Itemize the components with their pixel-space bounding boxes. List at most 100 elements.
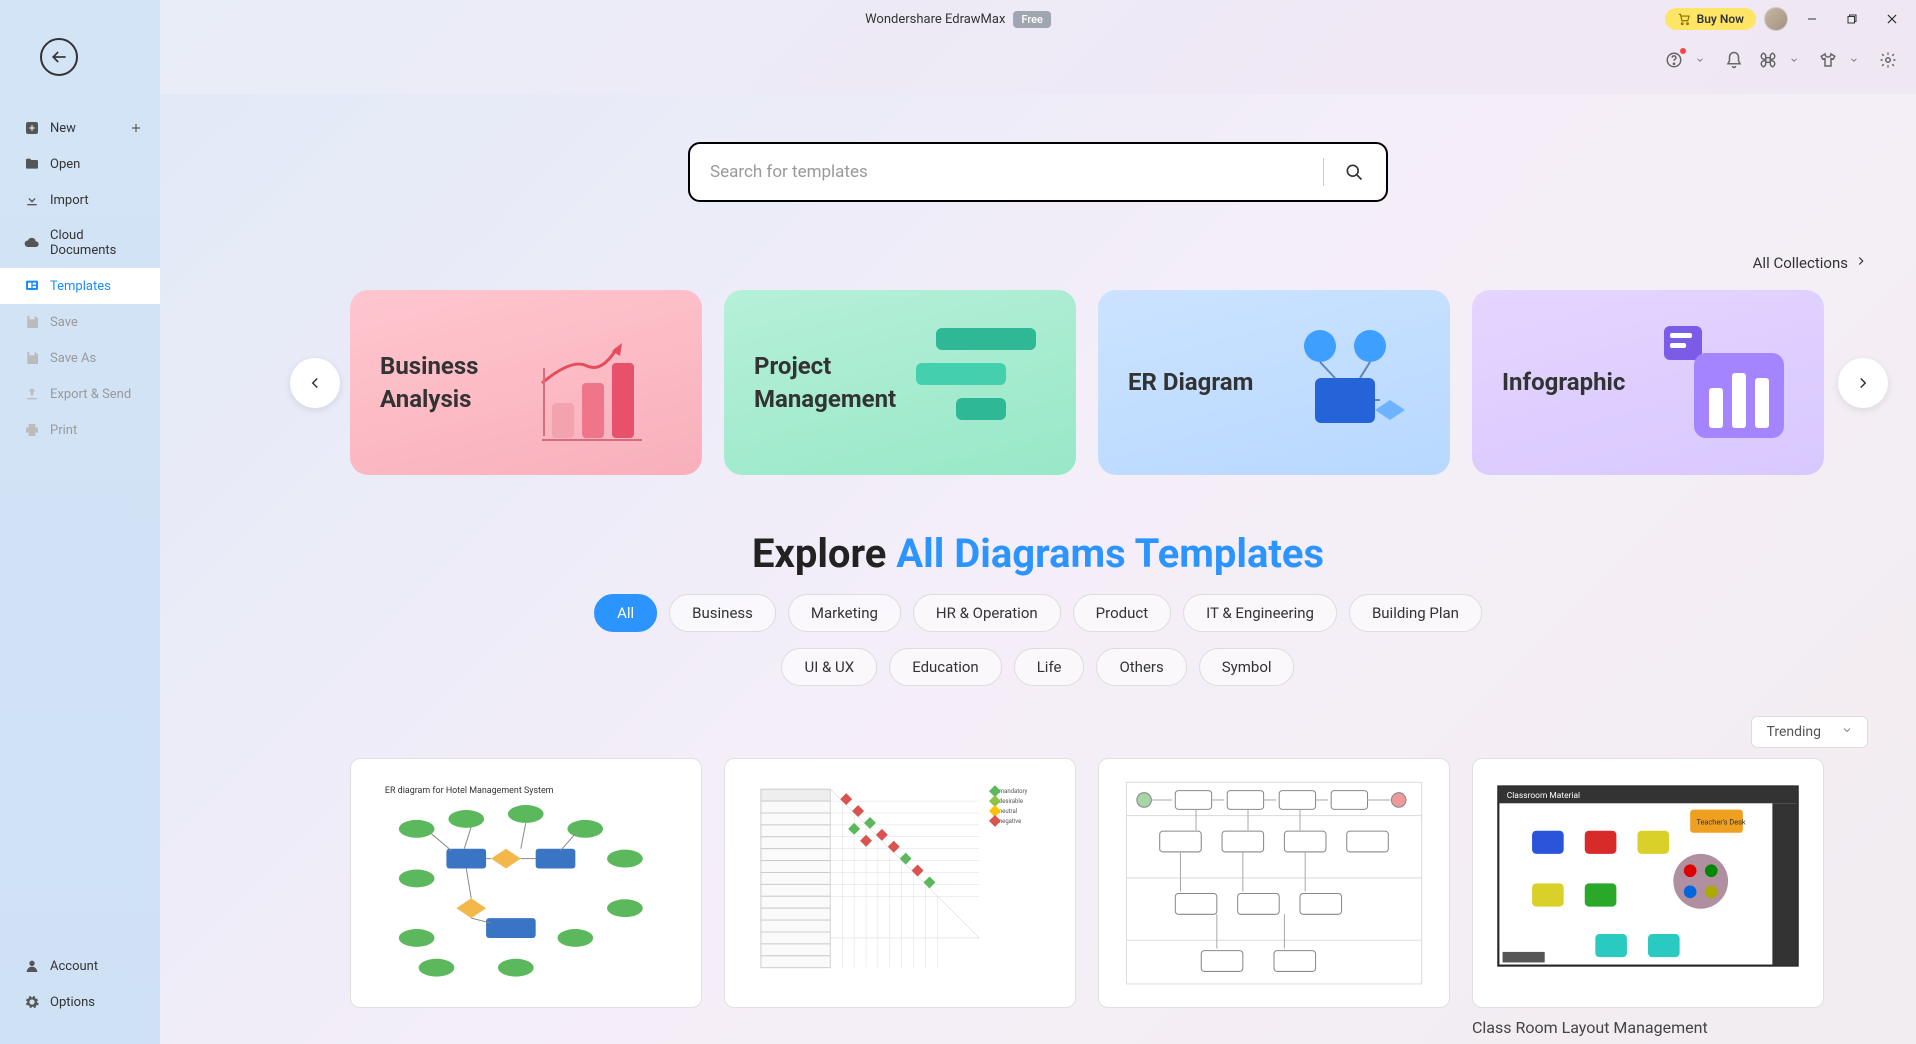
gear-icon[interactable]	[1878, 50, 1898, 70]
filter-chip-symbol[interactable]: Symbol	[1199, 648, 1295, 686]
svg-text:desirable: desirable	[999, 798, 1023, 805]
template-thumbnail: Classroom Material Teacher's Desk	[1472, 758, 1824, 1008]
sidebar-item-label: Cloud Documents	[50, 228, 144, 258]
sidebar-item-options[interactable]: Options	[0, 984, 160, 1020]
titlebar: Wondershare EdrawMax Free Buy Now	[0, 0, 1916, 38]
card-title: ER Diagram	[1128, 366, 1253, 398]
app-name: Wondershare EdrawMax	[865, 12, 1005, 27]
help-icon[interactable]	[1664, 50, 1684, 70]
carousel-next-button[interactable]	[1838, 358, 1888, 408]
tshirt-icon[interactable]	[1818, 50, 1838, 70]
sidebar-item-label: Save As	[50, 351, 96, 366]
filter-chip-education[interactable]: Education	[889, 648, 1002, 686]
sidebar-item-label: Save	[50, 315, 78, 330]
svg-text:Teacher's Desk: Teacher's Desk	[1696, 817, 1745, 826]
template-card[interactable]: mandatory desirable neutral negative	[724, 758, 1076, 1037]
explore-prefix: Explore	[752, 530, 896, 577]
print-icon	[24, 422, 40, 438]
plus-square-icon	[24, 120, 40, 136]
sidebar-item-new[interactable]: New	[0, 110, 160, 146]
sidebar-item-label: Export & Send	[50, 387, 131, 402]
buy-now-button[interactable]: Buy Now	[1665, 8, 1756, 30]
close-button[interactable]	[1876, 5, 1908, 33]
sidebar-item-open[interactable]: Open	[0, 146, 160, 182]
chevron-down-icon[interactable]	[1844, 50, 1864, 70]
sidebar-item-export: Export & Send	[0, 376, 160, 412]
main-content: All Collections Business Analysis Projec…	[160, 94, 1916, 1044]
gantt-icon	[906, 318, 1046, 448]
folder-icon	[24, 156, 40, 172]
filter-chip-business[interactable]: Business	[669, 594, 776, 632]
sidebar-item-account[interactable]: Account	[0, 948, 160, 984]
sidebar-item-label: Options	[50, 995, 95, 1010]
sidebar-item-import[interactable]: Import	[0, 182, 160, 218]
sort-selected: Trending	[1766, 724, 1821, 740]
sidebar-item-label: New	[50, 121, 76, 136]
filter-chip-it-engineering[interactable]: IT & Engineering	[1183, 594, 1337, 632]
search-button[interactable]	[1342, 160, 1366, 184]
collection-card-business-analysis[interactable]: Business Analysis	[350, 290, 702, 475]
collection-card-er-diagram[interactable]: ER Diagram	[1098, 290, 1450, 475]
bell-icon[interactable]	[1724, 50, 1744, 70]
sidebar-item-templates[interactable]: Templates	[0, 268, 160, 304]
card-title: Project Management	[754, 350, 906, 415]
titlebar-right: Buy Now	[1665, 5, 1908, 33]
explore-heading: Explore All Diagrams Templates	[752, 530, 1324, 577]
filter-chip-all[interactable]: All	[594, 594, 657, 632]
filter-chip-others[interactable]: Others	[1096, 648, 1186, 686]
filter-chip-building-plan[interactable]: Building Plan	[1349, 594, 1482, 632]
svg-text:mandatory: mandatory	[999, 788, 1028, 795]
command-icon[interactable]	[1758, 50, 1778, 70]
infographic-icon	[1654, 318, 1794, 448]
sidebar-item-label: Import	[50, 193, 89, 208]
save-as-icon	[24, 350, 40, 366]
sidebar-item-label: Open	[50, 157, 80, 172]
export-icon	[24, 386, 40, 402]
filter-chip-life[interactable]: Life	[1014, 648, 1085, 686]
minimize-button[interactable]	[1796, 5, 1828, 33]
back-button[interactable]	[40, 38, 78, 76]
gear-icon	[24, 994, 40, 1010]
filter-chip-product[interactable]: Product	[1073, 594, 1171, 632]
sidebar-item-save: Save	[0, 304, 160, 340]
all-collections-link[interactable]: All Collections	[1753, 254, 1868, 272]
template-thumbnail: mandatory desirable neutral negative	[724, 758, 1076, 1008]
divider	[1323, 158, 1324, 186]
chevron-down-icon[interactable]	[1690, 50, 1710, 70]
sidebar-menu: New Open Import Cloud Documents Template…	[0, 110, 160, 448]
search-box[interactable]	[688, 142, 1388, 202]
bar-chart-icon	[532, 318, 672, 448]
sidebar-item-label: Print	[50, 423, 77, 438]
all-collections-label: All Collections	[1753, 254, 1848, 272]
buy-now-label: Buy Now	[1697, 12, 1744, 26]
template-card[interactable]: ER diagram for Hotel Management System	[350, 758, 702, 1037]
chevron-down-icon	[1841, 724, 1853, 740]
template-card[interactable]	[1098, 758, 1450, 1037]
sidebar-item-print: Print	[0, 412, 160, 448]
filter-chip-ui-ux[interactable]: UI & UX	[781, 648, 877, 686]
avatar[interactable]	[1764, 7, 1788, 31]
template-name: Class Room Layout Management	[1472, 1018, 1824, 1037]
collections-carousel: Business Analysis Project Management ER …	[160, 290, 1916, 475]
plus-icon[interactable]	[128, 120, 144, 136]
user-icon	[24, 958, 40, 974]
chevron-right-icon	[1854, 254, 1868, 272]
search-input[interactable]	[710, 162, 1323, 182]
svg-text:neutral: neutral	[999, 808, 1017, 815]
filter-chip-hr-operation[interactable]: HR & Operation	[913, 594, 1061, 632]
collection-card-infographic[interactable]: Infographic	[1472, 290, 1824, 475]
sort-dropdown[interactable]: Trending	[1751, 716, 1868, 748]
filter-chip-marketing[interactable]: Marketing	[788, 594, 901, 632]
collection-card-project-management[interactable]: Project Management	[724, 290, 1076, 475]
maximize-button[interactable]	[1836, 5, 1868, 33]
template-card[interactable]: Classroom Material Teacher's Desk Class …	[1472, 758, 1824, 1037]
carousel-prev-button[interactable]	[290, 358, 340, 408]
chevron-down-icon[interactable]	[1784, 50, 1804, 70]
sidebar-item-cloud[interactable]: Cloud Documents	[0, 218, 160, 268]
svg-text:negative: negative	[999, 818, 1021, 825]
sidebar-bottom: Account Options	[0, 948, 160, 1020]
titlebar-center: Wondershare EdrawMax Free	[865, 11, 1051, 28]
template-grid: ER diagram for Hotel Management System	[350, 758, 1868, 1037]
svg-text:ER diagram for Hotel Managemen: ER diagram for Hotel Management System	[385, 786, 554, 796]
card-title: Business Analysis	[380, 350, 532, 415]
